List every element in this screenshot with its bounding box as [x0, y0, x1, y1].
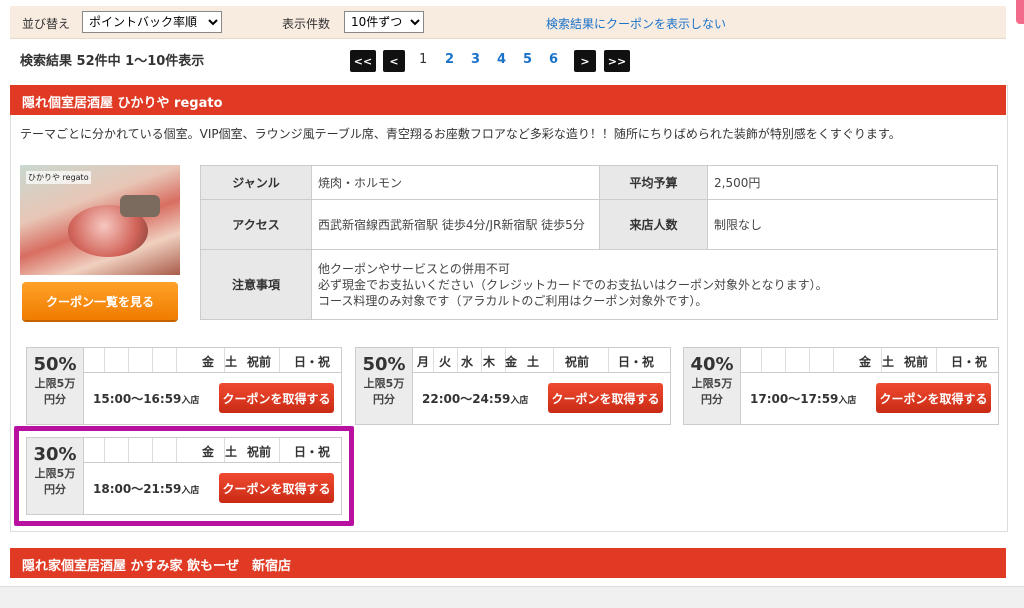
coupon-day: 日・祝: [294, 355, 331, 369]
pagination-page-3[interactable]: 3: [471, 52, 480, 67]
coupon-percent: 40%: [690, 354, 734, 375]
coupon-time: 22:00～24:59入店: [422, 392, 529, 406]
highlight-box: [14, 426, 354, 526]
coupon-percent: 50%: [33, 354, 77, 375]
notes-value: 他クーポンやサービスとの併用不可 必ず現金でお支払いください（クレジットカードで…: [311, 249, 998, 320]
coupon-card: 40% 上限5万 円分 金 土 祝前 日・祝 17:00～17:59入店 クーポ…: [683, 347, 999, 425]
notes-label: 注意事項: [200, 249, 312, 320]
shop-photo-pot: [120, 195, 160, 217]
coupon-day: 月: [417, 355, 430, 369]
note-line: コース料理のみ対象です（アラカルトのご利用はクーポン対象外です）。: [318, 293, 708, 308]
sort-select[interactable]: ポイントバック率順: [82, 11, 222, 33]
coupon-day: 水: [461, 355, 474, 369]
count-select[interactable]: 10件ずつ: [344, 11, 424, 33]
pagination-next-button[interactable]: >: [574, 50, 596, 72]
pagination-prev-button[interactable]: <: [383, 50, 405, 72]
pagination-first-button[interactable]: <<: [350, 50, 376, 72]
coupon-day: 日・祝: [951, 355, 988, 369]
shop-description: テーマごとに分かれている個室。VIP個室、ラウンジ風テーブル席、青空翔るお座敷フ…: [20, 127, 901, 141]
budget-label: 平均予算: [599, 165, 708, 200]
coupon-percent: 50%: [362, 354, 406, 375]
results-summary: 検索結果 52件中 1～10件表示: [20, 54, 205, 69]
shop-header[interactable]: 隠れ個室居酒屋 ひかりや regato: [10, 85, 1006, 115]
get-coupon-button[interactable]: クーポンを取得する: [219, 383, 334, 413]
coupon-day: 祝前: [565, 355, 590, 369]
coupon-limit-unit: 円分: [373, 393, 395, 406]
shop-photo[interactable]: ひかりや regato: [20, 165, 180, 275]
get-coupon-button[interactable]: クーポンを取得する: [548, 383, 663, 413]
coupon-day: 木: [483, 355, 496, 369]
coupon-day: 金: [859, 355, 872, 369]
budget-value: 2,500円: [707, 165, 998, 200]
coupon-limit-unit: 円分: [44, 393, 66, 406]
coupon-day: 金: [505, 355, 518, 369]
coupon-day: 祝前: [247, 355, 272, 369]
coupon-limit: 上限5万: [363, 377, 405, 390]
coupon-day: 祝前: [904, 355, 929, 369]
coupon-day: 日・祝: [618, 355, 655, 369]
capacity-value: 制限なし: [707, 199, 998, 250]
genre-label: ジャンル: [200, 165, 312, 200]
coupon-list-button[interactable]: クーポン一覧を見る: [22, 282, 178, 320]
coupon-card: 50% 上限5万 円分 金 土 祝前 日・祝 15:00～16:59入店 クーポ…: [26, 347, 342, 425]
get-coupon-button[interactable]: クーポンを取得する: [876, 383, 991, 413]
coupon-day: 土: [527, 355, 540, 369]
coupon-time: 17:00～17:59入店: [750, 392, 857, 406]
coupon-percent-box: 50% 上限5万 円分: [356, 348, 413, 424]
coupon-day: 土: [882, 355, 895, 369]
pagination-page-2[interactable]: 2: [445, 52, 454, 67]
coupon-percent-box: 50% 上限5万 円分: [27, 348, 84, 424]
count-label: 表示件数: [282, 17, 331, 31]
pagination-page-6[interactable]: 6: [549, 52, 558, 67]
coupon-percent-box: 40% 上限5万 円分: [684, 348, 741, 424]
coupon-days: 金 土 祝前 日・祝: [84, 348, 341, 373]
coupon-day: 火: [439, 355, 452, 369]
hide-coupons-link[interactable]: 検索結果にクーポンを表示しない: [546, 15, 726, 32]
shop-info-table: ジャンル 焼肉・ホルモン 平均予算 2,500円 アクセス 西武新宿線西武新宿駅…: [200, 165, 998, 320]
note-line: 他クーポンやサービスとの併用不可: [318, 261, 510, 276]
note-line: 必ず現金でお支払いください（クレジットカードでのお支払いはクーポン対象外となりま…: [318, 277, 828, 292]
shop-photo-label: ひかりや regato: [26, 171, 91, 184]
coupon-day: 金: [202, 355, 215, 369]
shop-header[interactable]: 隠れ家個室居酒屋 かすみ家 飲もーぜ 新宿店: [10, 548, 1006, 578]
access-value: 西武新宿線西武新宿駅 徒歩4分/JR新宿駅 徒歩5分: [311, 199, 600, 250]
access-label: アクセス: [200, 199, 312, 250]
coupon-days: 月 火 水 木 金 土 祝前 日・祝: [413, 348, 670, 373]
pagination-page-current: 1: [419, 52, 428, 67]
pagination-page-5[interactable]: 5: [523, 52, 532, 67]
window-bottom-bar: [0, 586, 1024, 608]
coupon-limit: 上限5万: [34, 377, 76, 390]
shop-name[interactable]: 隠れ家個室居酒屋 かすみ家 飲もーぜ 新宿店: [22, 555, 291, 574]
coupon-days: 金 土 祝前 日・祝: [741, 348, 998, 373]
shop-name[interactable]: 隠れ個室居酒屋 ひかりや regato: [22, 92, 223, 111]
sort-label: 並び替え: [22, 17, 71, 31]
coupon-card: 50% 上限5万 円分 月 火 水 木 金 土 祝前 日・祝 22:00～24:…: [355, 347, 671, 425]
coupon-day: 土: [225, 355, 238, 369]
coupon-limit-unit: 円分: [701, 393, 723, 406]
genre-value: 焼肉・ホルモン: [311, 165, 600, 200]
pagination-last-button[interactable]: >>: [604, 50, 630, 72]
pagination-page-4[interactable]: 4: [497, 52, 506, 67]
coupon-limit: 上限5万: [691, 377, 733, 390]
capacity-label: 来店人数: [599, 199, 708, 250]
window-corner: [1016, 0, 1024, 24]
search-toolbar: 並び替え ポイントバック率順 表示件数 10件ずつ 検索結果にクーポンを表示しな…: [10, 6, 1006, 39]
coupon-time: 15:00～16:59入店: [93, 392, 200, 406]
